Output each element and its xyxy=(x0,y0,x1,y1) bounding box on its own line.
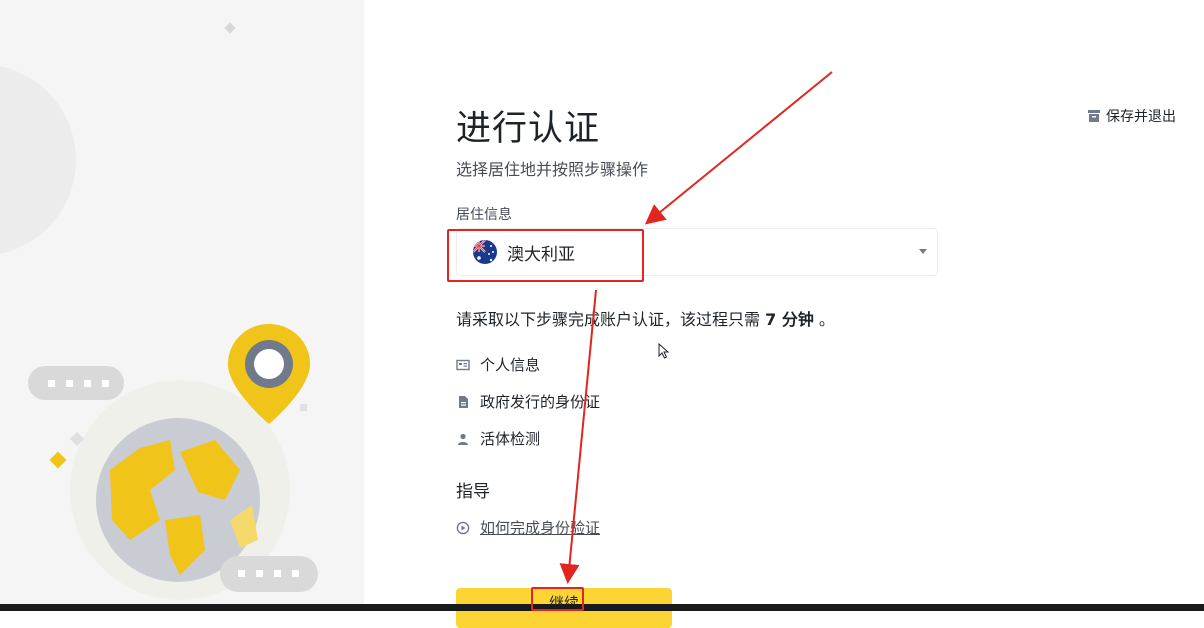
how-to-verify-label: 如何完成身份验证 xyxy=(480,519,601,537)
mouse-cursor-icon xyxy=(658,343,670,359)
save-and-exit-button[interactable]: 保存并退出 xyxy=(1088,106,1176,126)
save-and-exit-label: 保存并退出 xyxy=(1106,109,1176,125)
document-icon xyxy=(459,395,468,408)
steps-duration: 7 分钟 xyxy=(765,310,814,329)
chevron-down-icon xyxy=(919,249,927,254)
page-subtitle: 选择居住地并按照步骤操作 xyxy=(456,160,649,179)
step-label: 个人信息 xyxy=(480,356,541,374)
step-personal-info: 个人信息 xyxy=(456,354,540,375)
archive-icon xyxy=(1088,110,1100,122)
country-select[interactable]: 澳大利亚 xyxy=(456,228,938,276)
residence-label: 居住信息 xyxy=(456,207,512,223)
steps-intro: 请采取以下步骤完成账户认证，该过程只需 7 分钟 。 xyxy=(456,306,835,330)
steps-intro-text: 请采取以下步骤完成账户认证，该过程只需 xyxy=(456,310,761,329)
step-label: 政府发行的身份证 xyxy=(480,393,601,411)
globe-illustration xyxy=(0,22,318,600)
steps-intro-suffix: 。 xyxy=(818,310,835,329)
person-icon xyxy=(458,433,468,445)
australia-flag-icon xyxy=(473,240,497,264)
step-liveness-check: 活体检测 xyxy=(456,428,540,449)
step-government-id: 政府发行的身份证 xyxy=(456,391,600,412)
play-circle-icon xyxy=(456,521,470,534)
illustration-panel xyxy=(0,0,364,611)
selected-country: 澳大利亚 xyxy=(507,244,575,265)
page-title: 进行认证 xyxy=(456,109,601,149)
step-label: 活体检测 xyxy=(480,430,541,448)
verification-main: 进行认证 选择居住地并按照步骤操作 保存并退出 居住信息 澳大利亚 请采取以下步… xyxy=(364,0,1204,628)
how-to-verify-link[interactable]: 如何完成身份验证 xyxy=(456,517,600,538)
bottom-bar xyxy=(0,604,1204,611)
guide-title: 指导 xyxy=(456,482,490,502)
id-card-icon xyxy=(456,359,470,370)
